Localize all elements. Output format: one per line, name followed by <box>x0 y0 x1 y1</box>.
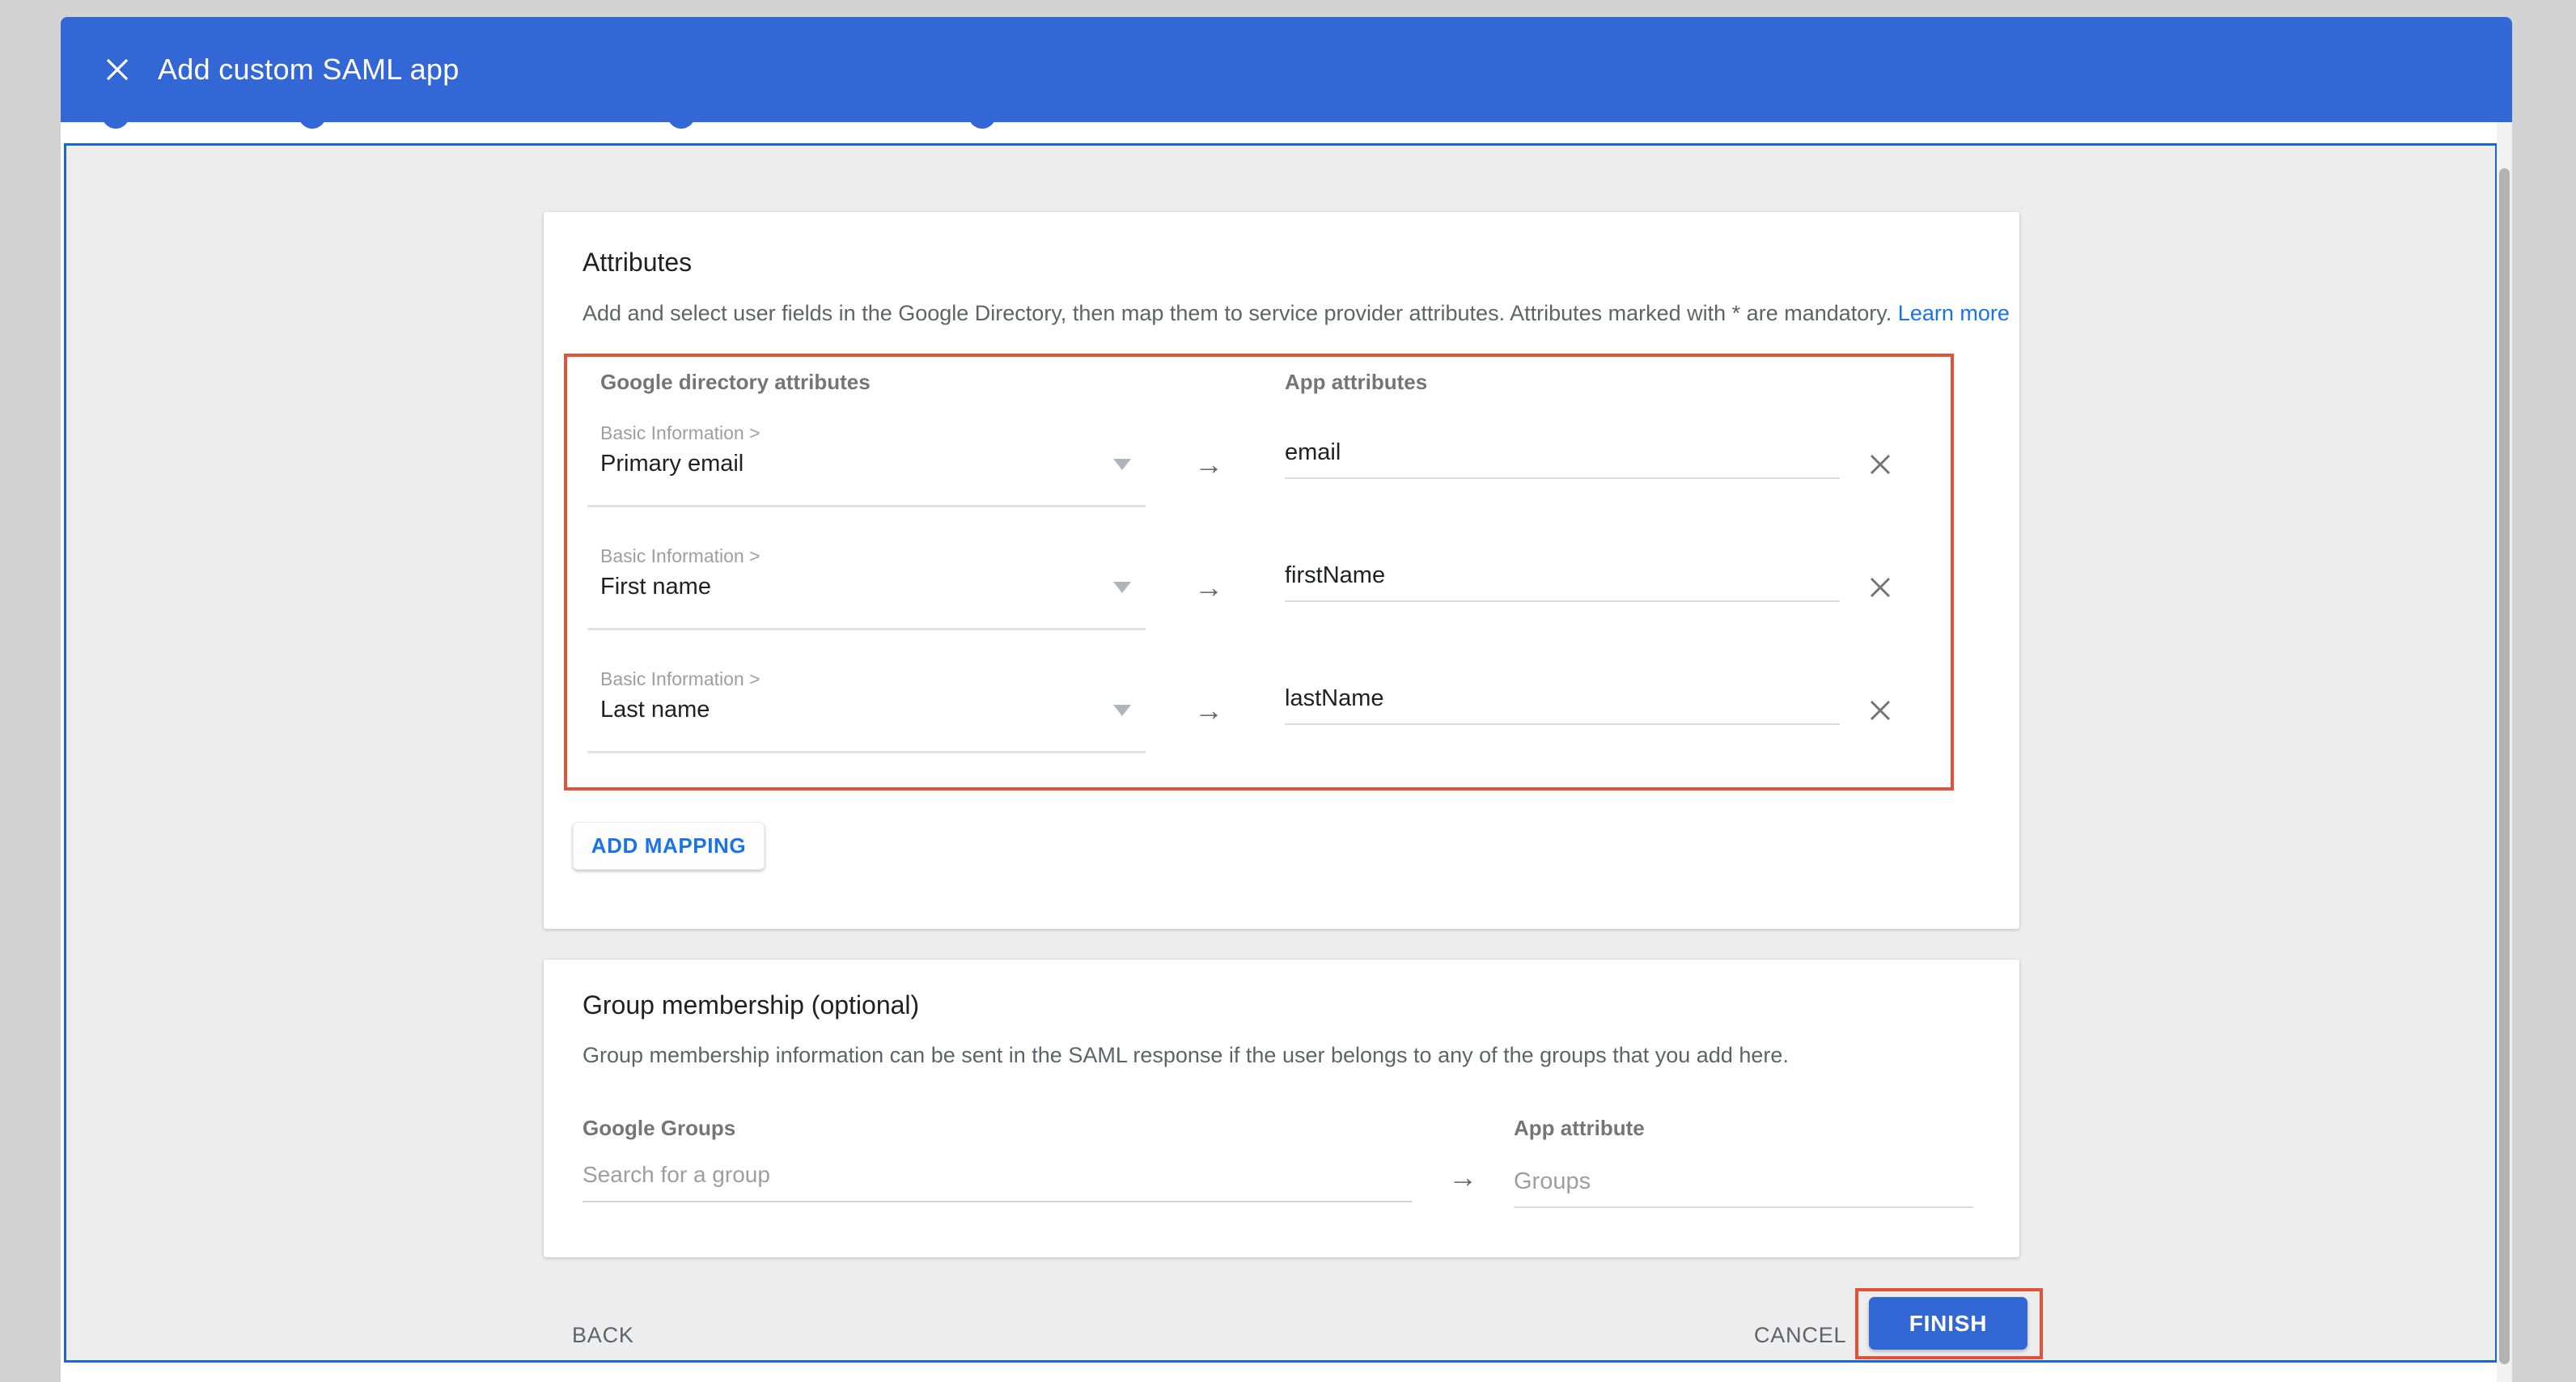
group-search-input[interactable] <box>583 1162 1412 1202</box>
remove-mapping-icon[interactable] <box>1866 450 1895 479</box>
app-attribute-input[interactable] <box>1285 439 1840 479</box>
group-card-title: Group membership (optional) <box>583 990 919 1020</box>
directory-attributes-column-header: Google directory attributes <box>600 370 871 395</box>
dropdown-arrow-icon <box>1113 459 1131 470</box>
add-saml-app-dialog: Add custom SAML app Attributes Add and s… <box>61 17 2512 1382</box>
learn-more-link[interactable]: Learn more <box>1898 301 2010 325</box>
close-icon[interactable] <box>103 55 132 84</box>
attributes-description-text: Add and select user fields in the Google… <box>583 301 1892 325</box>
arrow-right-icon: → <box>1194 570 1223 604</box>
mapping-row: Basic Information > First name → <box>567 543 1951 666</box>
google-groups-label: Google Groups <box>583 1116 735 1141</box>
dropdown-arrow-icon <box>1113 705 1131 716</box>
groups-attribute-input[interactable] <box>1514 1168 1973 1208</box>
dialog-title: Add custom SAML app <box>158 53 460 87</box>
arrow-right-icon: → <box>1448 1160 1477 1194</box>
group-membership-card: Group membership (optional) Group member… <box>544 960 2019 1257</box>
dropdown-arrow-icon <box>1113 582 1131 593</box>
directory-attribute-select[interactable]: First name <box>587 567 1146 630</box>
select-underline <box>587 751 1146 753</box>
app-attribute-input[interactable] <box>1285 562 1840 602</box>
content-highlight-box: Attributes Add and select user fields in… <box>64 143 2498 1363</box>
back-button[interactable]: BACK <box>572 1323 634 1348</box>
directory-attribute-select[interactable]: Primary email <box>587 444 1146 507</box>
scrollbar-track[interactable] <box>2497 122 2512 1382</box>
directory-attribute-value: First name <box>600 574 711 600</box>
mappings-highlight-box: Google directory attributes App attribut… <box>564 354 1954 791</box>
group-card-description: Group membership information can be sent… <box>583 1043 1789 1068</box>
remove-mapping-icon[interactable] <box>1866 696 1895 725</box>
attributes-card-title: Attributes <box>583 248 692 278</box>
directory-category-label: Basic Information > <box>600 422 761 444</box>
dialog-header: Add custom SAML app <box>61 17 2512 122</box>
scrollbar-thumb[interactable] <box>2499 168 2510 1364</box>
attributes-card: Attributes Add and select user fields in… <box>544 212 2019 929</box>
remove-mapping-icon[interactable] <box>1866 573 1895 602</box>
add-mapping-button[interactable]: ADD MAPPING <box>573 822 765 870</box>
app-attribute-label: App attribute <box>1514 1116 1645 1141</box>
finish-button[interactable]: FINISH <box>1869 1297 2027 1350</box>
directory-category-label: Basic Information > <box>600 545 761 567</box>
attributes-card-description: Add and select user fields in the Google… <box>583 301 2010 326</box>
arrow-right-icon: → <box>1194 447 1223 481</box>
select-underline <box>587 505 1146 507</box>
directory-attribute-select[interactable]: Last name <box>587 690 1146 753</box>
select-underline <box>587 628 1146 630</box>
mapping-row: Basic Information > Primary email → <box>567 420 1951 543</box>
app-attributes-column-header: App attributes <box>1285 370 1427 395</box>
mapping-row: Basic Information > Last name → <box>567 666 1951 789</box>
directory-attribute-value: Last name <box>600 697 710 723</box>
cancel-button[interactable]: CANCEL <box>1754 1323 1846 1348</box>
directory-category-label: Basic Information > <box>600 668 761 690</box>
directory-attribute-value: Primary email <box>600 451 744 477</box>
arrow-right-icon: → <box>1194 693 1223 727</box>
app-attribute-input[interactable] <box>1285 685 1840 725</box>
